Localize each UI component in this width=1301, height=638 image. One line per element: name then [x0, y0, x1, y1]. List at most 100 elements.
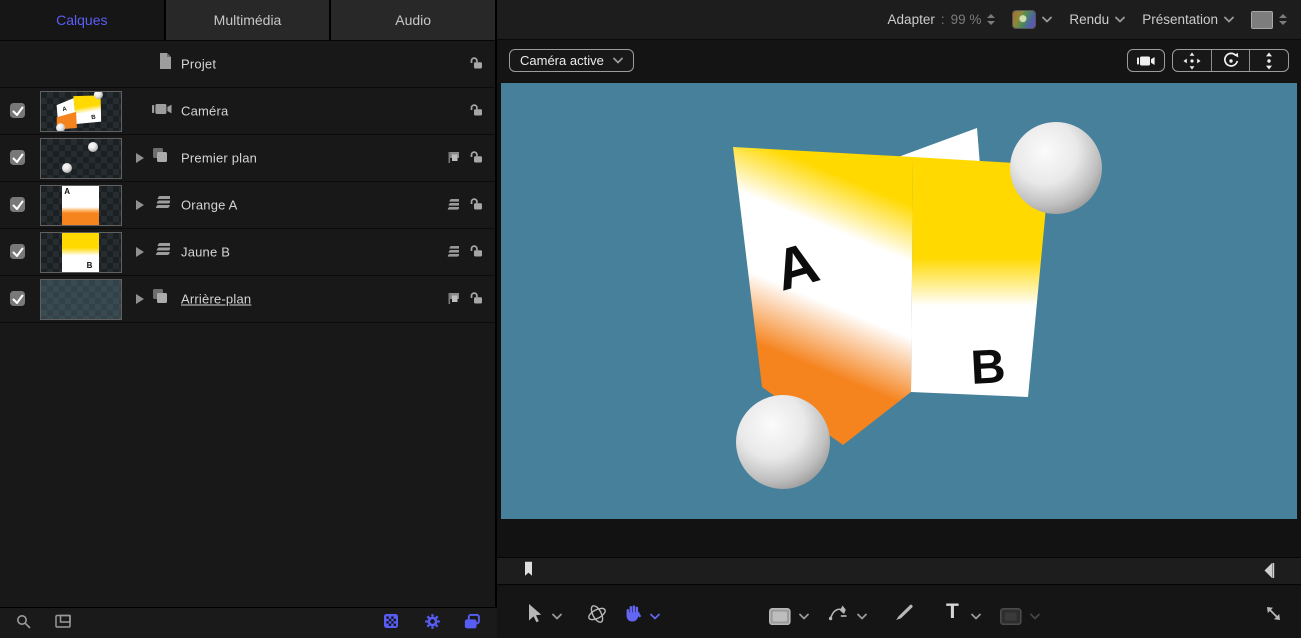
layer-row-projet[interactable]: Projet: [0, 41, 495, 88]
render-menu[interactable]: Rendu: [1069, 12, 1125, 27]
layer-checkbox[interactable]: [10, 291, 25, 306]
camera-pan-tool[interactable]: [1173, 50, 1211, 71]
transform-3d-tool[interactable]: [587, 604, 607, 624]
group-icon: [152, 288, 168, 304]
layer-name: Premier plan: [181, 151, 257, 166]
lock-open-icon[interactable]: [468, 244, 483, 258]
layer-thumbnail: B: [40, 232, 122, 273]
fixed-resolution-group-icon: [447, 291, 459, 305]
chevron-down-icon: [613, 57, 623, 64]
gray-color-swatch: [1251, 11, 1273, 29]
layer-name: Caméra: [181, 104, 228, 119]
canvas[interactable]: A B: [501, 83, 1297, 519]
scene-letter-b: B: [969, 340, 1006, 395]
select-tool[interactable]: [528, 604, 542, 623]
end-marker[interactable]: [1264, 563, 1275, 578]
lock-open-icon[interactable]: [468, 103, 483, 117]
layer-checkbox[interactable]: [10, 150, 25, 165]
camera-dolly-tool[interactable]: [1249, 50, 1288, 71]
layer-name: Orange A: [181, 198, 238, 213]
mask-tool-chevron-icon: [1030, 613, 1040, 620]
layer-name: Projet: [181, 57, 216, 72]
channels-menu[interactable]: [1012, 10, 1052, 29]
camera-view-button[interactable]: [1127, 49, 1165, 72]
disclosure-triangle-icon[interactable]: [136, 200, 144, 210]
search-icon[interactable]: [16, 614, 31, 629]
layer-icon: [152, 194, 170, 210]
tab-multimedia-label: Multimédia: [214, 12, 282, 28]
chevron-down-icon: [1224, 16, 1234, 23]
project-document-icon: [158, 53, 171, 69]
layer-row-jaune-b[interactable]: B Jaune B: [0, 229, 495, 276]
disclosure-triangle-icon[interactable]: [136, 247, 144, 257]
group-icon: [152, 147, 168, 163]
layer-name: Jaune B: [181, 245, 230, 260]
tab-multimedia[interactable]: Multimédia: [164, 0, 330, 40]
zoom-menu[interactable]: Adapter : 99 %: [888, 12, 996, 27]
layer-thumbnail: [40, 279, 122, 320]
active-camera-menu[interactable]: Caméra active: [509, 49, 634, 72]
bezier-pen-tool[interactable]: [828, 604, 847, 621]
layer-row-camera[interactable]: A B Caméra: [0, 88, 495, 135]
layers-stack-icon: [445, 244, 459, 258]
sphere-top-right[interactable]: [1010, 122, 1102, 214]
bezier-tool-chevron-icon[interactable]: [857, 613, 867, 620]
zoom-separator: :: [941, 12, 945, 27]
card-orange-a[interactable]: [733, 147, 913, 445]
zoom-label: Adapter: [888, 12, 935, 27]
camera-icon: [152, 100, 172, 118]
layer-row-arriere-plan[interactable]: Arrière-plan: [0, 276, 495, 323]
layers-panel: Calques Multimédia Audio Projet A B: [0, 0, 497, 638]
paint-stroke-tool[interactable]: [895, 603, 913, 621]
stepper-icon[interactable]: [987, 14, 995, 25]
orbit-arrow-icon: [1222, 52, 1240, 70]
thumbnail-card-b: [62, 233, 99, 272]
text-tool-chevron-icon[interactable]: [971, 613, 981, 620]
scene-3d: A B: [501, 83, 1297, 519]
layers-view-icon[interactable]: [464, 614, 480, 629]
layer-name: Arrière-plan: [181, 292, 251, 307]
transparency-checker-icon[interactable]: [384, 614, 399, 629]
hand-tool-chevron-icon[interactable]: [650, 613, 660, 620]
rectangle-tool[interactable]: [769, 608, 791, 625]
mini-timeline[interactable]: [497, 557, 1301, 585]
gear-icon[interactable]: [425, 614, 440, 629]
lock-open-icon[interactable]: [468, 150, 483, 164]
tab-calques-label: Calques: [56, 12, 107, 28]
active-camera-label: Caméra active: [520, 53, 604, 68]
sphere-bottom-left[interactable]: [736, 395, 830, 489]
thumbnail-letter-a: A: [64, 188, 70, 196]
render-label: Rendu: [1069, 12, 1109, 27]
fixed-resolution-group-icon: [447, 150, 459, 164]
hand-tool[interactable]: [625, 603, 641, 622]
motion-app-window: Calques Multimédia Audio Projet A B: [0, 0, 1301, 638]
disclosure-triangle-icon[interactable]: [136, 294, 144, 304]
presentation-label: Présentation: [1142, 12, 1218, 27]
layer-checkbox[interactable]: [10, 197, 25, 212]
text-tool-glyph: T: [946, 600, 959, 623]
tab-audio[interactable]: Audio: [329, 0, 495, 40]
viewer-chrome: Caméra active: [497, 40, 1301, 83]
disclosure-triangle-icon[interactable]: [136, 153, 144, 163]
lock-open-icon[interactable]: [468, 56, 483, 70]
stepper-icon[interactable]: [1279, 14, 1287, 25]
layout-columns-icon[interactable]: [55, 614, 71, 629]
layer-checkbox[interactable]: [10, 103, 25, 118]
tab-audio-label: Audio: [395, 12, 431, 28]
lock-open-icon[interactable]: [468, 291, 483, 305]
layer-checkbox[interactable]: [10, 244, 25, 259]
background-color-control[interactable]: [1251, 11, 1287, 29]
lock-open-icon[interactable]: [468, 197, 483, 211]
layer-row-orange-a[interactable]: A Orange A: [0, 182, 495, 229]
text-tool[interactable]: T: [946, 600, 959, 624]
camera-orbit-tool[interactable]: [1211, 50, 1250, 71]
playhead-marker[interactable]: [524, 561, 533, 577]
rectangle-tool-chevron-icon[interactable]: [799, 613, 809, 620]
layer-thumbnail: [40, 138, 122, 179]
layer-row-premier-plan[interactable]: Premier plan: [0, 135, 495, 182]
presentation-menu[interactable]: Présentation: [1142, 12, 1234, 27]
select-tool-chevron-icon[interactable]: [552, 613, 562, 620]
expand-diagonal-icon[interactable]: [1265, 605, 1281, 621]
chevron-down-icon: [1042, 16, 1052, 23]
tab-calques[interactable]: Calques: [0, 0, 164, 40]
